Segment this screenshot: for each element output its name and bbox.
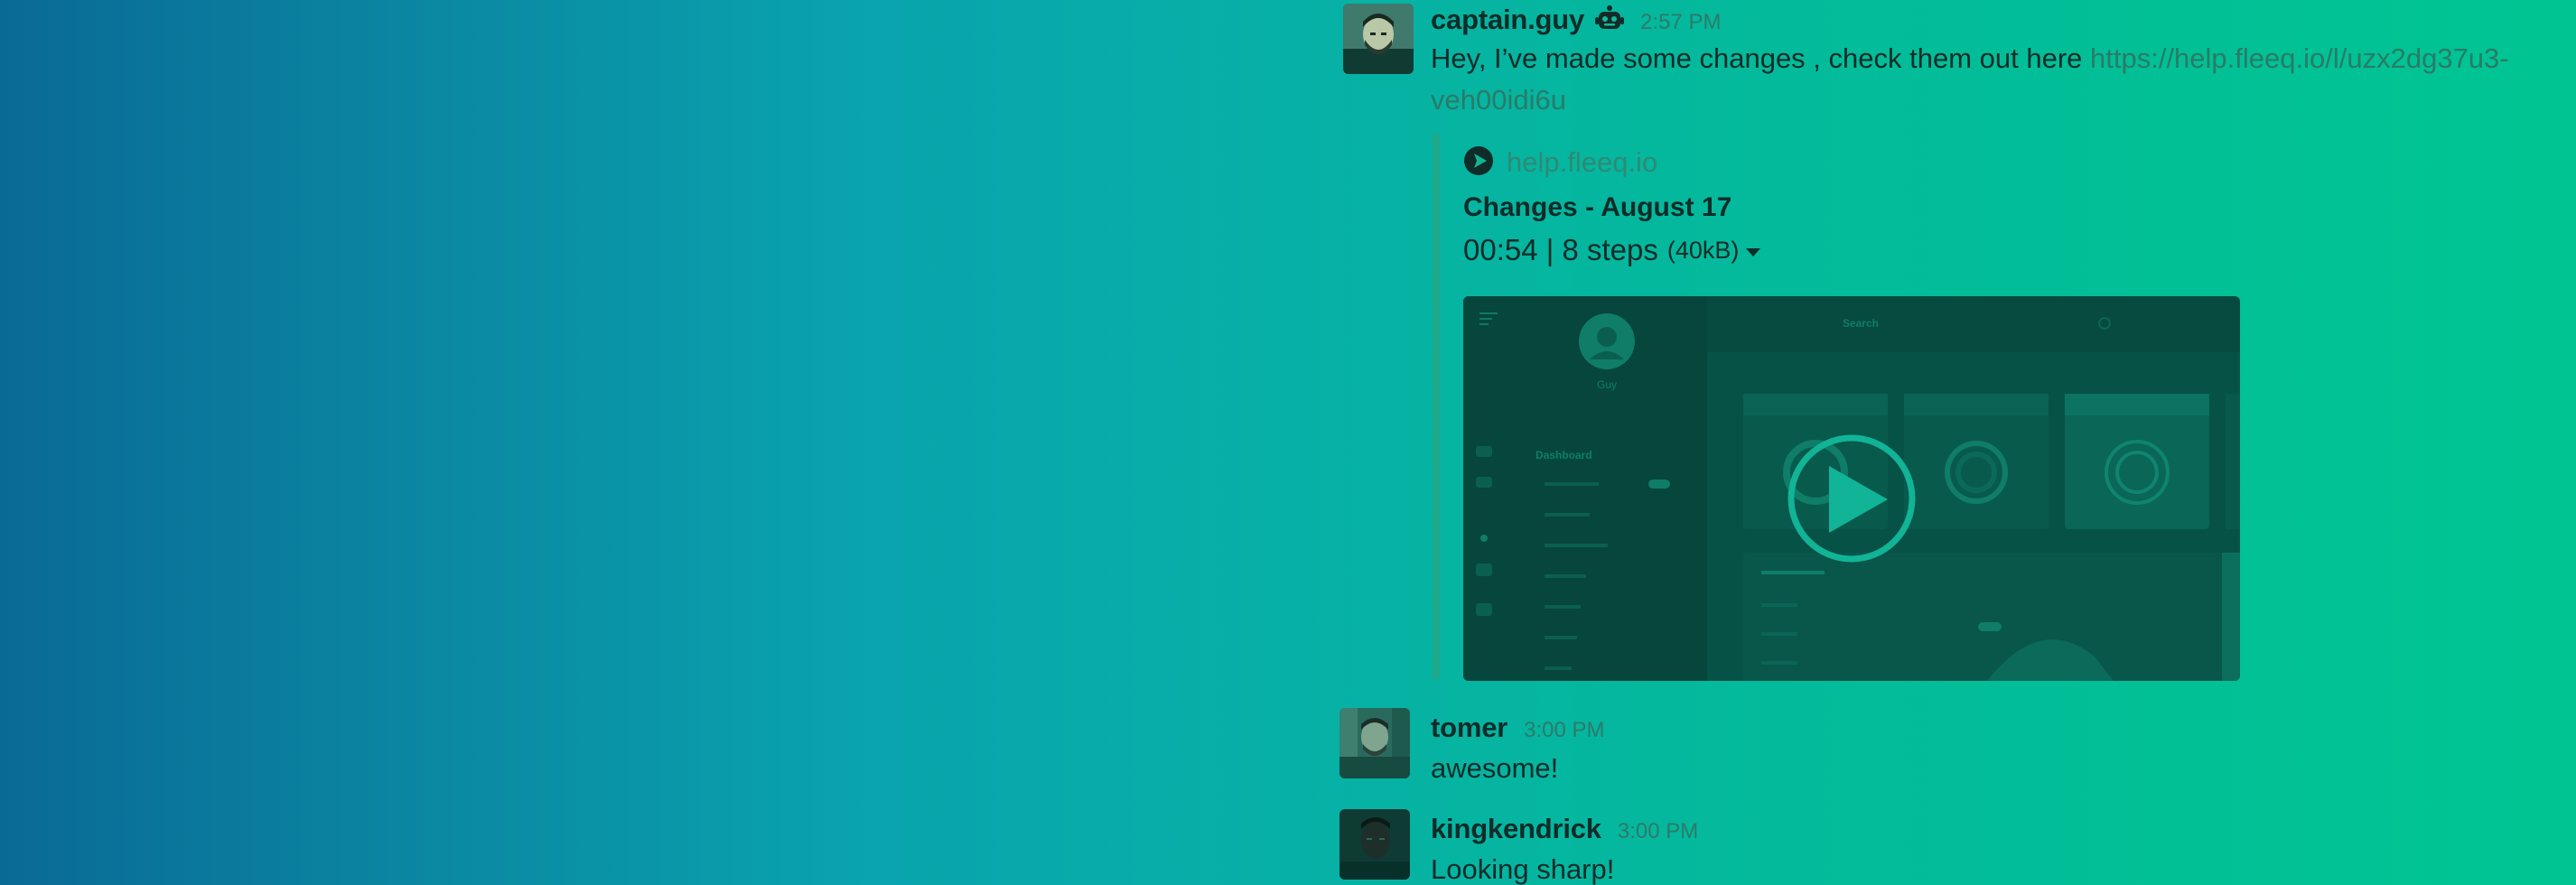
avatar[interactable] (1339, 708, 1410, 778)
message-text-content: Hey, I’ve made some changes , check them… (1431, 42, 2091, 74)
message-timestamp[interactable]: 3:00 PM (1618, 819, 1698, 844)
attachment-title[interactable]: Changes - August 17 (1463, 188, 1760, 228)
preview-menu-heading: Dashboard (1535, 449, 1592, 461)
fleeq-link[interactable]: https://help.fleeq.io/l/uzx2dg37u3- (2090, 42, 2509, 74)
author-name[interactable]: captain.guy (1431, 4, 1584, 36)
author-name[interactable]: tomer (1431, 712, 1507, 744)
preview-search-label: Search (1843, 317, 1879, 330)
attachment-source: help.fleeq.io (1463, 143, 1760, 182)
attachment-meta: 00:54 | 8 steps (40kB) (1463, 228, 1761, 273)
attachment-file-size: (40kB) (1666, 237, 1740, 264)
attachment-site-name[interactable]: help.fleeq.io (1507, 146, 1657, 179)
message-body: captain.guy 2:57 PM Hey, I’ve made some … (1431, 2, 2569, 121)
chevron-down-icon[interactable] (1746, 247, 1761, 256)
link-preview-attachment: help.fleeq.io Changes - August 17 00:54 … (1433, 134, 2253, 681)
message-header: kingkendrick 3:00 PM (1431, 813, 2569, 849)
preview-user-name: Guy (1597, 378, 1617, 391)
message-header: captain.guy 2:57 PM (1431, 2, 2569, 38)
page: { "messages": [ { "author": "captain.guy… (0, 0, 2576, 885)
message-text: awesome! (1431, 752, 1559, 784)
robot-icon (1595, 5, 1625, 33)
fleeq-play-logo-icon (1463, 145, 1494, 181)
fleeq-link-continued[interactable]: veh00idi6u (1431, 84, 1566, 116)
message-text: Hey, I’ve made some changes , check them… (1431, 38, 2569, 121)
link-preview-content: help.fleeq.io Changes - August 17 00:54 … (1463, 143, 2240, 681)
message-timestamp[interactable]: 2:57 PM (1640, 10, 1721, 35)
message-text: Looking sharp! (1431, 853, 1615, 885)
avatar[interactable] (1339, 809, 1410, 880)
message-body: kingkendrick 3:00 PM Looking sharp! (1431, 813, 2569, 885)
avatar[interactable] (1343, 4, 1414, 74)
play-circle-icon[interactable] (1791, 438, 1912, 559)
video-preview[interactable]: Guy Dashboard Search (1463, 296, 2240, 681)
chat-message-list: captain.guy 2:57 PM Hey, I’ve made some … (1319, 0, 2576, 885)
attachment-duration-steps: 00:54 | 8 steps (1463, 233, 1658, 266)
author-name[interactable]: kingkendrick (1431, 813, 1601, 845)
message-header: tomer 3:00 PM (1431, 712, 2569, 748)
message-timestamp[interactable]: 3:00 PM (1524, 718, 1604, 743)
message-body: tomer 3:00 PM awesome! (1431, 712, 2569, 789)
